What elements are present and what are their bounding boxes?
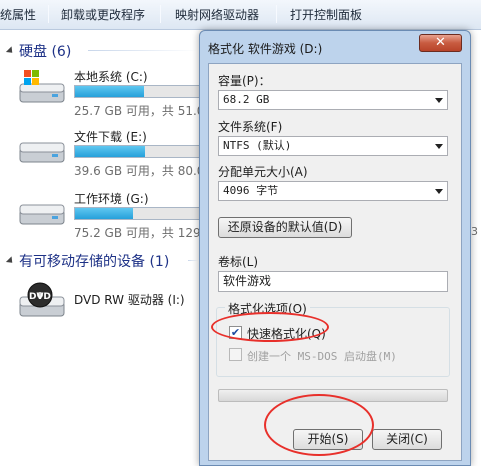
drive-name: 工作环境 (G:): [74, 192, 149, 206]
drive-name: 本地系统 (C:): [74, 70, 148, 84]
filesystem-value: NTFS (默认): [223, 139, 292, 152]
msdos-startup-checkbox[interactable]: [229, 348, 242, 361]
windows-drive-icon: [19, 70, 65, 103]
collapse-triangle-icon[interactable]: [5, 256, 16, 266]
group-divider: [88, 50, 198, 51]
allocation-size-select[interactable]: 4096 字节: [218, 181, 448, 201]
restore-defaults-button[interactable]: 还原设备的默认值(D): [218, 217, 352, 238]
filesystem-label: 文件系统(F): [218, 120, 283, 134]
hard-drive-icon: [19, 142, 65, 163]
dialog-close-icon[interactable]: ✕: [419, 34, 462, 52]
drive-name: 文件下载 (E:): [74, 130, 147, 144]
msdos-startup-label: 创建一个 MS-DOS 启动盘(M): [247, 350, 397, 363]
collapse-triangle-icon[interactable]: [5, 46, 16, 56]
filesystem-select[interactable]: NTFS (默认): [218, 136, 448, 156]
drive-space-info: 25.7 GB 可用，共 51.0: [74, 104, 205, 118]
group-title: 硬盘 (6): [19, 44, 72, 60]
drive-space-info: 39.6 GB 可用，共 80.0: [74, 164, 205, 178]
group-divider: [188, 260, 198, 261]
allocation-size-value: 4096 字节: [223, 184, 279, 197]
partial-text: 3: [471, 225, 478, 238]
capacity-select[interactable]: 68.2 GB: [218, 90, 448, 110]
toolbar-separator: [48, 5, 49, 23]
dialog-title: 格式化 软件游戏 (D:): [208, 42, 323, 56]
close-button[interactable]: 关闭(C): [372, 429, 442, 450]
drive-usage-bar: [74, 207, 214, 220]
toolbar-uninstall-program[interactable]: 卸载或更改程序: [61, 6, 145, 23]
allocation-size-label: 分配单元大小(A): [218, 165, 308, 179]
drive-usage-bar: [74, 145, 214, 158]
chevron-down-icon: [435, 98, 443, 103]
dvd-badge: DVD: [29, 292, 51, 302]
capacity-value: 68.2 GB: [223, 93, 270, 106]
group-title: 有可移动存储的设备 (1): [19, 254, 170, 270]
volume-label-input[interactable]: 软件游戏: [218, 271, 448, 292]
annotation-circle-start-button: [264, 394, 374, 456]
toolbar-map-network-drive[interactable]: 映射网络驱动器: [175, 6, 259, 23]
volume-label-label: 卷标(L): [218, 255, 259, 269]
annotation-circle-quick-format: [211, 312, 329, 342]
chevron-down-icon: [435, 144, 443, 149]
drive-usage-bar: [74, 85, 214, 98]
dvd-drive-icon: [19, 282, 65, 317]
drive-space-info: 75.2 GB 可用，共 129: [74, 226, 201, 240]
toolbar-separator: [276, 5, 277, 23]
capacity-label: 容量(P)：: [218, 74, 271, 88]
explorer-toolbar: 统属性 卸载或更改程序 映射网络驱动器 打开控制面板: [0, 0, 481, 30]
group-header-hard-disks[interactable]: 硬盘 (6): [5, 41, 72, 61]
chevron-down-icon: [435, 189, 443, 194]
group-header-removable[interactable]: 有可移动存储的设备 (1): [5, 251, 170, 271]
toolbar-system-properties[interactable]: 统属性: [0, 6, 36, 23]
toolbar-separator: [160, 5, 161, 23]
drive-name: DVD RW 驱动器 (I:): [74, 293, 185, 307]
hard-drive-icon: [19, 204, 65, 225]
toolbar-open-control-panel[interactable]: 打开控制面板: [290, 6, 362, 23]
